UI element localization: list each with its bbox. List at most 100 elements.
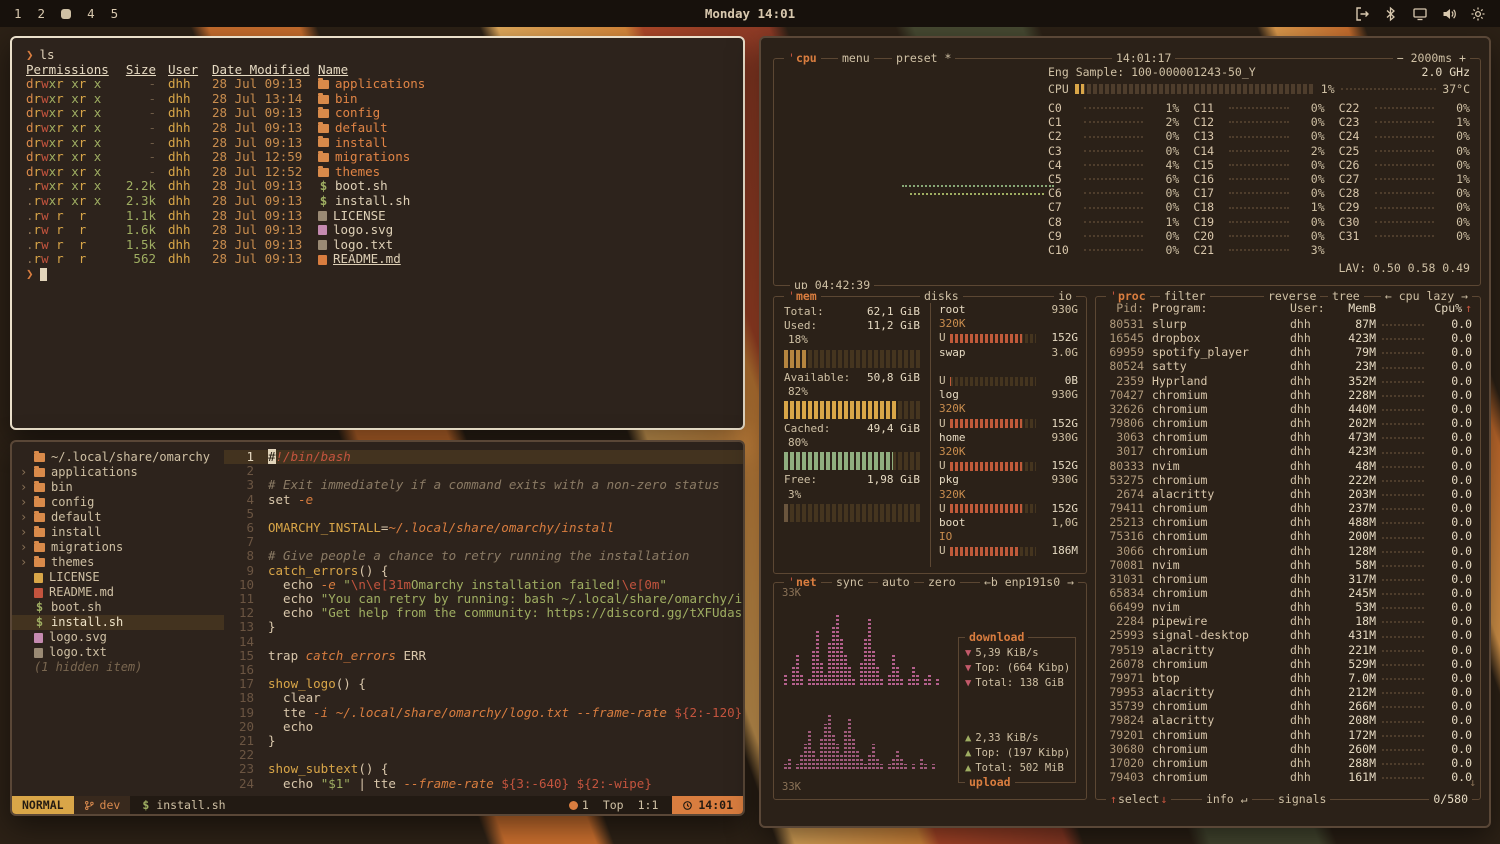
process-row[interactable]: 79403chromiumdhh161M0.0 xyxy=(1104,770,1472,784)
disk-row[interactable]: log930G xyxy=(939,388,1078,402)
process-row[interactable]: 65834chromiumdhh245M0.0 xyxy=(1104,586,1472,600)
process-row[interactable]: 3017chromiumdhh423M0.0 xyxy=(1104,444,1472,458)
process-row[interactable]: 30680chromiumdhh260M0.0 xyxy=(1104,742,1472,756)
process-list[interactable]: 80531slurpdhh87M0.016545dropboxdhh423M0.… xyxy=(1104,317,1472,793)
process-row[interactable]: 69959spotify_playerdhh79M0.0 xyxy=(1104,345,1472,359)
tree-item-readme-md[interactable]: README.md xyxy=(12,585,224,600)
signals-action[interactable]: signals xyxy=(1274,792,1330,807)
process-row[interactable]: 79519alacrittydhh221M0.0 xyxy=(1104,643,1472,657)
bluetooth-icon[interactable] xyxy=(1383,6,1399,22)
network-icon[interactable] xyxy=(1412,6,1428,22)
header-program[interactable]: Program: xyxy=(1152,301,1290,315)
tree-item-boot-sh[interactable]: $boot.sh xyxy=(12,600,224,615)
workspace-5[interactable]: 5 xyxy=(111,6,119,21)
header-memory[interactable]: MemB xyxy=(1332,301,1376,315)
process-row[interactable]: 2284pipewiredhh18M0.0 xyxy=(1104,614,1472,628)
header-pid[interactable]: Pid: xyxy=(1104,301,1152,315)
process-row[interactable]: 79411chromiumdhh237M0.0 xyxy=(1104,501,1472,515)
process-row[interactable]: 17020chromiumdhh288M0.0 xyxy=(1104,756,1472,770)
process-row[interactable]: 3063chromiumdhh473M0.0 xyxy=(1104,430,1472,444)
disks-tab[interactable]: disks xyxy=(920,289,963,304)
tree-item--local-share-omarchy[interactable]: ~/.local/share/omarchy xyxy=(12,450,224,465)
tree-item--1-hidden-item-[interactable]: (1 hidden item) xyxy=(12,660,224,675)
disk-row[interactable]: pkg930G xyxy=(939,473,1078,487)
process-row[interactable]: 79953alacrittydhh212M0.0 xyxy=(1104,685,1472,699)
process-row[interactable]: 75316chromiumdhh200M0.0 xyxy=(1104,529,1472,543)
disk-row[interactable]: boot1,0G xyxy=(939,516,1078,530)
process-name: chromium xyxy=(1152,402,1290,416)
core-label: C27 xyxy=(1339,172,1369,186)
process-count: 0/580 xyxy=(1429,792,1472,807)
terminal-window[interactable]: ❯lsPermissionsSizeUserDate ModifiedNamed… xyxy=(10,36,745,430)
process-row[interactable]: 79806chromiumdhh202M0.0 xyxy=(1104,416,1472,430)
net-interface[interactable]: ←b enp191s0 → xyxy=(980,575,1078,590)
process-row[interactable]: 25213chromiumdhh488M0.0 xyxy=(1104,515,1472,529)
info-action[interactable]: info ↵ xyxy=(1202,792,1252,807)
process-row[interactable]: 16545dropboxdhh423M0.0 xyxy=(1104,331,1472,345)
process-row[interactable]: 26078chromiumdhh529M0.0 xyxy=(1104,657,1472,671)
process-row[interactable]: 80531slurpdhh87M0.0 xyxy=(1104,317,1472,331)
process-row[interactable]: 80524sattydhh23M0.0 xyxy=(1104,359,1472,373)
tree-item-default[interactable]: ›default xyxy=(12,510,224,525)
tree-item-install[interactable]: ›install xyxy=(12,525,224,540)
net-graph-bar xyxy=(872,744,875,769)
process-row[interactable]: 35739chromiumdhh266M0.0 xyxy=(1104,699,1472,713)
process-row[interactable]: 80333nvimdhh48M0.0 xyxy=(1104,459,1472,473)
tree-item-bin[interactable]: ›bin xyxy=(12,480,224,495)
terminal-output[interactable]: ❯lsPermissionsSizeUserDate ModifiedNamed… xyxy=(26,48,729,282)
code-editor[interactable]: 1#!/bin/bash23# Exit immediately if a co… xyxy=(224,442,743,796)
mem-stat-value: 49,4 GiB xyxy=(867,422,920,436)
process-row[interactable]: 66499nvimdhh53M0.0 xyxy=(1104,600,1472,614)
tree-item-install-sh[interactable]: $install.sh xyxy=(12,615,224,630)
process-row[interactable]: 3066chromiumdhh128M0.0 xyxy=(1104,544,1472,558)
header-date-modified: Date Modified xyxy=(212,62,310,77)
workspace-2[interactable]: 2 xyxy=(38,6,46,21)
workspace-1[interactable]: 1 xyxy=(14,6,22,21)
process-row[interactable]: 25993signal-desktopdhh431M0.0 xyxy=(1104,628,1472,642)
tree-item-logo-txt[interactable]: logo.txt xyxy=(12,645,224,660)
process-row[interactable]: 79824alacrittydhh208M0.0 xyxy=(1104,713,1472,727)
process-cpu-percent: 0.0 xyxy=(1428,699,1472,713)
tree-item-license[interactable]: LICENSE xyxy=(12,570,224,585)
volume-icon[interactable] xyxy=(1441,6,1457,22)
net-graph-bar xyxy=(792,667,795,685)
net-sync-toggle[interactable]: sync xyxy=(832,575,868,590)
net-auto-toggle[interactable]: auto xyxy=(878,575,914,590)
disk-row[interactable]: swap3.0G xyxy=(939,346,1078,360)
process-row[interactable]: 53275chromiumdhh222M0.0 xyxy=(1104,473,1472,487)
settings-icon[interactable] xyxy=(1470,6,1486,22)
header-permissions: Permissions xyxy=(26,62,109,77)
tree-item-logo-svg[interactable]: logo.svg xyxy=(12,630,224,645)
process-row[interactable]: 79201chromiumdhh172M0.0 xyxy=(1104,728,1472,742)
tree-item-config[interactable]: ›config xyxy=(12,495,224,510)
btop-window[interactable]: 'cpu menu preset * 14:01:17 − 2000ms + E… xyxy=(759,36,1491,828)
tree-item-applications[interactable]: ›applications xyxy=(12,465,224,480)
disk-row[interactable]: home930G xyxy=(939,431,1078,445)
header-user[interactable]: User: xyxy=(1290,301,1332,315)
preset-button[interactable]: preset * xyxy=(892,51,955,66)
logout-icon[interactable] xyxy=(1354,6,1370,22)
net-scale-top: 33K xyxy=(782,587,801,599)
process-row[interactable]: 32626chromiumdhh440M0.0 xyxy=(1104,402,1472,416)
process-table-header[interactable]: Pid: Program: User: MemB Cpu%↑ xyxy=(1104,301,1472,315)
tree-item-themes[interactable]: ›themes xyxy=(12,555,224,570)
io-tab[interactable]: io xyxy=(1054,289,1076,304)
process-row[interactable]: 31031chromiumdhh317M0.0 xyxy=(1104,572,1472,586)
process-row[interactable]: 2674alacrittydhh203M0.0 xyxy=(1104,487,1472,501)
disk-row[interactable]: root930G xyxy=(939,303,1078,317)
select-action[interactable]: ↑select↓ xyxy=(1106,792,1171,807)
update-interval-control[interactable]: − 2000ms + xyxy=(1393,51,1470,66)
process-row[interactable]: 70081nvimdhh58M0.0 xyxy=(1104,558,1472,572)
menu-button[interactable]: menu xyxy=(838,51,874,66)
tree-item-migrations[interactable]: ›migrations xyxy=(12,540,224,555)
process-row[interactable]: 2359Hyprlanddhh352M0.0 xyxy=(1104,374,1472,388)
editor-window[interactable]: ~/.local/share/omarchy›applications›bin›… xyxy=(10,440,745,816)
workspace-4[interactable]: 4 xyxy=(87,6,95,21)
scroll-down-icon[interactable]: ↓ xyxy=(1469,776,1476,789)
process-row[interactable]: 79971btopdhh7.0M0.0 xyxy=(1104,671,1472,685)
net-zero-toggle[interactable]: zero xyxy=(924,575,960,590)
workspace-app-icon[interactable] xyxy=(61,9,71,19)
header-cpu[interactable]: Cpu%↑ xyxy=(1428,301,1472,315)
folder-icon xyxy=(318,80,329,89)
process-row[interactable]: 70427chromiumdhh228M0.0 xyxy=(1104,388,1472,402)
